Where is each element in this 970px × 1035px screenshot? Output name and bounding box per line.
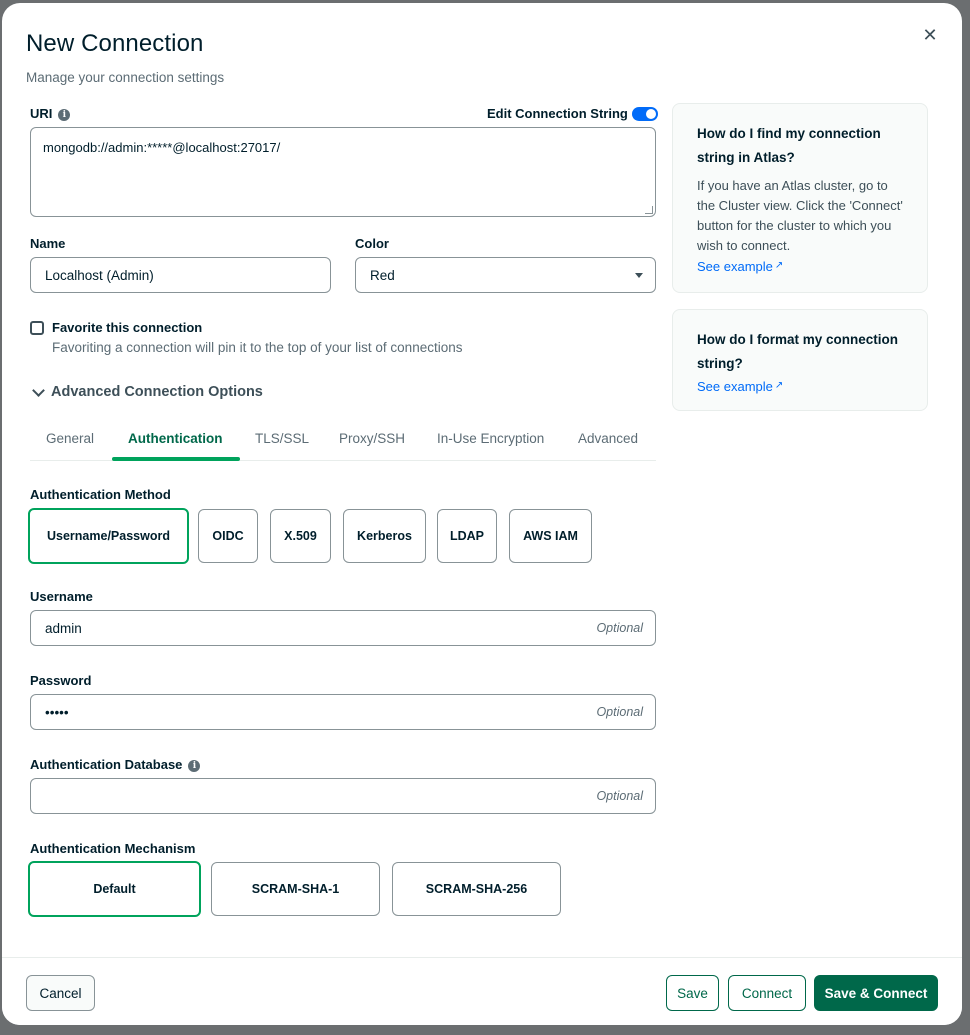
color-label: Color [355, 236, 389, 251]
edit-connection-string-toggle-row: Edit Connection String [487, 106, 658, 121]
tab-in-use-encryption[interactable]: In-Use Encryption [437, 431, 544, 446]
edit-connection-string-toggle[interactable] [631, 106, 658, 121]
edit-connection-string-label: Edit Connection String [487, 106, 628, 121]
password-value: ••••• [45, 704, 69, 720]
tab-general[interactable]: General [46, 431, 94, 446]
advanced-tabs: General Authentication TLS/SSL Proxy/SSH… [30, 423, 656, 461]
modal-subtitle: Manage your connection settings [26, 70, 225, 85]
favorite-label[interactable]: Favorite this connection [52, 320, 202, 335]
see-example-link[interactable]: See example [697, 259, 773, 274]
uri-value: mongodb://admin:*****@localhost:27017/ [43, 140, 281, 155]
external-link-icon: ↗ [774, 260, 784, 271]
save-button[interactable]: Save [666, 975, 719, 1011]
username-value: admin [45, 620, 82, 636]
uri-textarea[interactable]: mongodb://admin:*****@localhost:27017/ [30, 127, 656, 217]
username-input[interactable]: admin Optional [30, 610, 656, 646]
auth-method-username-password[interactable]: Username/Password [28, 508, 189, 564]
close-icon[interactable]: ✕ [918, 23, 942, 47]
new-connection-modal: New Connection Manage your connection se… [2, 3, 962, 1025]
help-card-format-title: How do I format my connection string? [697, 332, 899, 371]
favorite-description: Favoriting a connection will pin it to t… [52, 340, 463, 355]
info-icon[interactable]: i [188, 760, 201, 772]
uri-label-text: URI [30, 106, 53, 121]
username-label: Username [30, 589, 93, 604]
help-card-atlas-body: If you have an Atlas cluster, go to the … [697, 178, 903, 253]
chevron-down-icon [32, 383, 45, 397]
password-input[interactable]: ••••• Optional [30, 694, 656, 730]
uri-label: URI i [30, 106, 71, 121]
auth-method-label: Authentication Method [30, 487, 171, 502]
resize-handle-icon[interactable] [645, 206, 653, 214]
save-and-connect-button[interactable]: Save & Connect [814, 975, 938, 1011]
auth-mechanism-scram-sha-256[interactable]: SCRAM-SHA-256 [392, 862, 561, 916]
caret-down-icon [635, 273, 643, 278]
auth-database-optional-hint: Optional [596, 789, 643, 803]
tab-authentication[interactable]: Authentication [128, 431, 223, 446]
modal-footer: Cancel Save Connect Save & Connect [2, 957, 962, 1025]
color-select[interactable]: Red [355, 257, 656, 293]
auth-method-ldap[interactable]: LDAP [437, 509, 497, 563]
connect-button[interactable]: Connect [728, 975, 806, 1011]
name-label: Name [30, 236, 66, 251]
name-value: Localhost (Admin) [45, 267, 154, 283]
auth-method-x509[interactable]: X.509 [270, 509, 331, 563]
password-optional-hint: Optional [596, 705, 643, 719]
help-card-atlas-link[interactable]: See example ↗ [697, 256, 903, 277]
advanced-options-toggle[interactable]: Advanced Connection Options [30, 383, 263, 400]
tab-tls-ssl[interactable]: TLS/SSL [255, 431, 309, 446]
auth-mechanism-label: Authentication Mechanism [30, 841, 196, 856]
external-link-icon: ↗ [774, 380, 784, 391]
auth-method-kerberos[interactable]: Kerberos [343, 509, 426, 563]
help-card-atlas: How do I find my connection string in At… [672, 103, 928, 293]
see-example-link[interactable]: See example [697, 379, 773, 394]
modal-title: New Connection [26, 30, 204, 57]
auth-database-label-text: Authentication Database [30, 757, 183, 772]
cancel-button[interactable]: Cancel [26, 975, 95, 1011]
help-card-atlas-title: How do I find my connection string in At… [697, 126, 881, 165]
auth-mechanism-scram-sha-1[interactable]: SCRAM-SHA-1 [211, 862, 380, 916]
auth-method-oidc[interactable]: OIDC [198, 509, 258, 563]
tab-proxy-ssh[interactable]: Proxy/SSH [339, 431, 405, 446]
active-tab-indicator [112, 457, 240, 461]
advanced-options-label: Advanced Connection Options [51, 384, 263, 400]
help-card-format: How do I format my connection string? Se… [672, 309, 928, 411]
color-selected-value: Red [370, 267, 395, 283]
auth-mechanism-default[interactable]: Default [28, 861, 201, 917]
auth-database-label: Authentication Database i [30, 757, 201, 772]
tab-advanced[interactable]: Advanced [578, 431, 638, 446]
auth-method-aws-iam[interactable]: AWS IAM [509, 509, 592, 563]
auth-database-input[interactable]: Optional [30, 778, 656, 814]
favorite-checkbox[interactable] [30, 321, 44, 335]
name-input[interactable]: Localhost (Admin) [30, 257, 331, 293]
info-icon[interactable]: i [58, 109, 71, 121]
password-label: Password [30, 673, 92, 688]
username-optional-hint: Optional [596, 621, 643, 635]
help-card-format-link[interactable]: See example ↗ [697, 376, 903, 397]
